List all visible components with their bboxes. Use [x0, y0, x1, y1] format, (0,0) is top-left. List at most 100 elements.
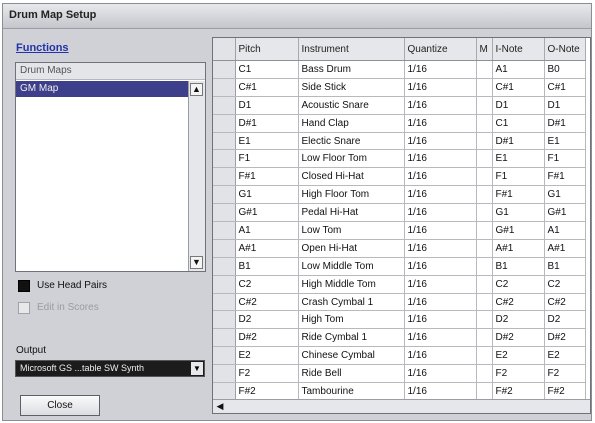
table-row[interactable]: C#2 Crash Cymbal 1 1/16 C#2 C#2	[213, 293, 586, 312]
cell-quantize[interactable]: 1/16	[404, 382, 477, 401]
row-header-cell[interactable]	[213, 60, 236, 79]
cell-o-note[interactable]: D#1	[544, 114, 586, 133]
cell-i-note[interactable]: F2	[492, 364, 545, 384]
cell-o-note[interactable]: G#1	[544, 203, 586, 223]
table-row[interactable]: A1 Low Tom 1/16 G#1 A1	[213, 221, 586, 240]
cell-mute[interactable]	[476, 257, 493, 276]
row-header-cell[interactable]	[213, 293, 236, 312]
cell-instrument[interactable]: High Tom	[298, 310, 405, 330]
cell-pitch[interactable]: F#2	[235, 382, 299, 401]
column-header-instrument[interactable]: Instrument	[298, 38, 405, 61]
cell-mute[interactable]	[476, 167, 493, 187]
cell-pitch[interactable]: C1	[235, 60, 299, 79]
table-row[interactable]: F2 Ride Bell 1/16 F2 F2	[213, 364, 586, 384]
cell-quantize[interactable]: 1/16	[404, 132, 477, 151]
scroll-down-icon[interactable]: ▼	[190, 256, 203, 269]
cell-mute[interactable]	[476, 96, 493, 115]
table-row[interactable]: C#1 Side Stick 1/16 C#1 C#1	[213, 78, 586, 97]
dropdown-arrow-icon[interactable]: ▼	[191, 362, 203, 375]
cell-quantize[interactable]: 1/16	[404, 149, 477, 169]
row-header-cell[interactable]	[213, 78, 236, 97]
cell-instrument[interactable]: High Floor Tom	[298, 185, 405, 205]
cell-pitch[interactable]: D2	[235, 310, 299, 330]
cell-mute[interactable]	[476, 149, 493, 169]
cell-quantize[interactable]: 1/16	[404, 96, 477, 115]
cell-i-note[interactable]: D#2	[492, 328, 545, 348]
cell-i-note[interactable]: D2	[492, 310, 545, 330]
cell-mute[interactable]	[476, 364, 493, 384]
column-header-quantize[interactable]: Quantize	[404, 38, 477, 61]
cell-o-note[interactable]: D#2	[544, 328, 586, 348]
cell-o-note[interactable]: G1	[544, 185, 586, 205]
cell-instrument[interactable]: Closed Hi-Hat	[298, 167, 405, 187]
cell-o-note[interactable]: C#1	[544, 78, 586, 97]
cell-o-note[interactable]: F#2	[544, 382, 586, 401]
cell-instrument[interactable]: Bass Drum	[298, 60, 405, 79]
cell-o-note[interactable]: B1	[544, 257, 586, 276]
column-header-i-note[interactable]: I-Note	[492, 38, 545, 61]
drum-map-list[interactable]: Drum Maps GM Map ▲ ▼	[15, 62, 206, 272]
table-row[interactable]: D2 High Tom 1/16 D2 D2	[213, 310, 586, 330]
table-row[interactable]: C1 Bass Drum 1/16 A1 B0	[213, 60, 586, 79]
scroll-left-icon[interactable]: ◀	[214, 400, 226, 412]
drum-map-item-gm-map[interactable]: GM Map	[16, 81, 189, 97]
row-header-cell[interactable]	[213, 239, 236, 258]
column-header-o-note[interactable]: O-Note	[544, 38, 586, 61]
cell-instrument[interactable]: Ride Bell	[298, 364, 405, 384]
use-head-pairs-checkbox[interactable]	[18, 280, 30, 292]
scroll-up-icon[interactable]: ▲	[190, 83, 203, 96]
cell-i-note[interactable]: F#2	[492, 382, 545, 401]
table-row[interactable]: E1 Electic Snare 1/16 D#1 E1	[213, 132, 586, 151]
cell-instrument[interactable]: Low Middle Tom	[298, 257, 405, 276]
cell-pitch[interactable]: E2	[235, 346, 299, 366]
cell-instrument[interactable]: Hand Clap	[298, 114, 405, 133]
row-header-cell[interactable]	[213, 328, 236, 348]
table-row[interactable]: D#2 Ride Cymbal 1 1/16 D#2 D#2	[213, 328, 586, 348]
cell-mute[interactable]	[476, 221, 493, 240]
cell-quantize[interactable]: 1/16	[404, 203, 477, 223]
cell-i-note[interactable]: E2	[492, 346, 545, 366]
row-header-cell[interactable]	[213, 221, 236, 240]
cell-o-note[interactable]: A#1	[544, 239, 586, 258]
cell-pitch[interactable]: D#2	[235, 328, 299, 348]
row-header-cell[interactable]	[213, 346, 236, 366]
cell-i-note[interactable]: C#2	[492, 293, 545, 312]
row-header-cell[interactable]	[213, 382, 236, 401]
cell-instrument[interactable]: Low Floor Tom	[298, 149, 405, 169]
cell-pitch[interactable]: A1	[235, 221, 299, 240]
cell-instrument[interactable]: Pedal Hi-Hat	[298, 203, 405, 223]
cell-quantize[interactable]: 1/16	[404, 257, 477, 276]
cell-i-note[interactable]: D#1	[492, 132, 545, 151]
close-button[interactable]: Close	[20, 395, 100, 416]
cell-mute[interactable]	[476, 78, 493, 97]
table-row[interactable]: D#1 Hand Clap 1/16 C1 D#1	[213, 114, 586, 133]
table-horizontal-scrollbar[interactable]: ◀	[213, 399, 590, 413]
cell-pitch[interactable]: F1	[235, 149, 299, 169]
cell-i-note[interactable]: C2	[492, 275, 545, 294]
cell-mute[interactable]	[476, 310, 493, 330]
cell-quantize[interactable]: 1/16	[404, 346, 477, 366]
row-header-cell[interactable]	[213, 149, 236, 169]
cell-mute[interactable]	[476, 382, 493, 401]
output-select[interactable]: Microsoft GS ...table SW Synth ▼	[15, 360, 205, 377]
cell-instrument[interactable]: Crash Cymbal 1	[298, 293, 405, 312]
cell-instrument[interactable]: High Middle Tom	[298, 275, 405, 294]
cell-i-note[interactable]: A1	[492, 60, 545, 79]
cell-mute[interactable]	[476, 203, 493, 223]
cell-mute[interactable]	[476, 185, 493, 205]
cell-o-note[interactable]: C#2	[544, 293, 586, 312]
cell-instrument[interactable]: Tambourine	[298, 382, 405, 401]
cell-pitch[interactable]: D#1	[235, 114, 299, 133]
cell-o-note[interactable]: E2	[544, 346, 586, 366]
row-header-cell[interactable]	[213, 114, 236, 133]
edit-in-scores-checkbox[interactable]	[18, 302, 30, 314]
cell-i-note[interactable]: G#1	[492, 221, 545, 240]
cell-pitch[interactable]: C2	[235, 275, 299, 294]
column-header-pitch[interactable]: Pitch	[235, 38, 299, 61]
cell-i-note[interactable]: C#1	[492, 78, 545, 97]
cell-mute[interactable]	[476, 239, 493, 258]
cell-instrument[interactable]: Acoustic Snare	[298, 96, 405, 115]
cell-i-note[interactable]: G1	[492, 203, 545, 223]
cell-o-note[interactable]: F2	[544, 364, 586, 384]
cell-quantize[interactable]: 1/16	[404, 60, 477, 79]
